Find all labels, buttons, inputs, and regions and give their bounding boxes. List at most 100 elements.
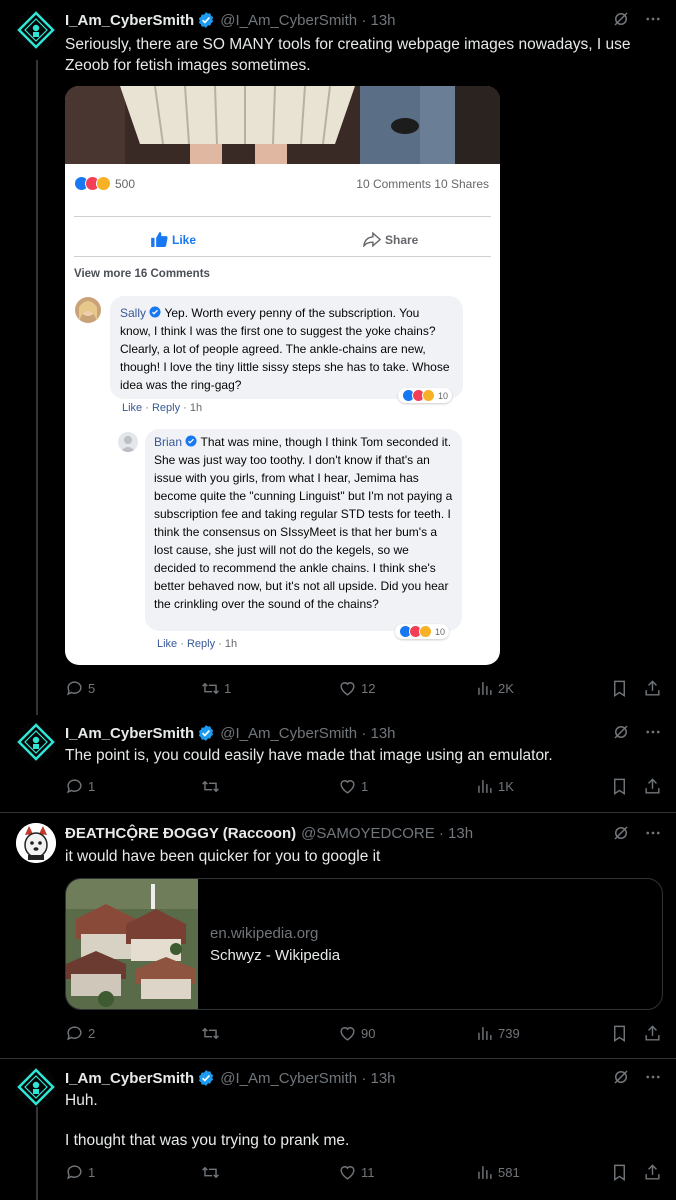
reply-button[interactable]: 1 [65, 1163, 95, 1182]
divider [0, 812, 676, 813]
view-count: 1K [498, 779, 514, 794]
comment-text: Yep. Worth every penny of the subscripti… [120, 306, 450, 392]
display-name[interactable]: ĐEATHCỘRE ĐOGGY (Raccoon) [65, 825, 296, 842]
retweet-icon [202, 682, 219, 695]
comments-shares-count[interactable]: 10 Comments 10 Shares [356, 177, 489, 191]
avatar[interactable] [16, 10, 56, 50]
views-chart-icon [478, 682, 492, 695]
views-button[interactable]: 581 [475, 1163, 520, 1182]
grok-icon[interactable] [612, 10, 630, 28]
thumbs-up-icon [151, 232, 168, 247]
handle-and-time[interactable]: @I_Am_CyberSmith · 13h [220, 12, 395, 29]
bookmark-icon [614, 1164, 625, 1181]
bookmark-button[interactable] [610, 1163, 629, 1182]
comment-actions: Like · Reply · 1h [157, 638, 238, 650]
avatar[interactable] [16, 823, 56, 863]
verified-badge-icon [199, 1070, 214, 1086]
reply-count: 1 [88, 779, 96, 794]
views-button[interactable]: 1K [475, 777, 514, 796]
link-domain: en.wikipedia.org [210, 925, 319, 942]
thread-line-1 [36, 60, 38, 715]
reply-count: 2 [88, 1026, 96, 1041]
like-button[interactable]: 11 [338, 1163, 375, 1182]
fb-like-button[interactable]: Like [151, 232, 196, 247]
reply-icon [67, 1165, 82, 1180]
tweet-text: it would have been quicker for you to go… [65, 848, 381, 865]
sally-avatar[interactable] [75, 297, 101, 323]
retweet-button[interactable] [201, 1163, 224, 1182]
view-more-comments[interactable]: View more 16 Comments [74, 268, 210, 280]
share-button[interactable] [643, 679, 662, 698]
link-preview-card[interactable]: en.wikipedia.org Schwyz - Wikipedia [65, 878, 663, 1010]
tweet-actions: 2 90 739 [65, 1024, 662, 1048]
like-count: 90 [361, 1026, 376, 1041]
brian-avatar[interactable] [118, 432, 138, 452]
grok-icon[interactable] [612, 723, 630, 741]
comment-bubble-sally: Sally Yep. Worth every penny of the subs… [110, 296, 463, 399]
grok-icon[interactable] [612, 1068, 630, 1086]
reply-button[interactable]: 5 [65, 679, 95, 698]
tweet-text-line-1: Huh. [65, 1092, 98, 1109]
thread-line-2 [36, 1105, 38, 1200]
handle-and-time[interactable]: @SAMOYEDCORE · 13h [301, 825, 473, 842]
verified-badge-icon [149, 306, 161, 318]
more-options-icon[interactable] [644, 824, 662, 842]
verified-badge-icon [185, 435, 197, 447]
views-button[interactable]: 739 [475, 1024, 520, 1043]
divider [0, 1058, 676, 1059]
more-options-icon[interactable] [644, 723, 662, 741]
attached-image[interactable]: 500 10 Comments 10 Shares Like Share Vie… [65, 86, 500, 665]
reactions-summary[interactable]: 500 [74, 176, 135, 191]
comment-time: 1h [189, 402, 203, 414]
grok-icon[interactable] [612, 824, 630, 842]
views-chart-icon [478, 1027, 492, 1040]
bookmark-button[interactable] [610, 1024, 629, 1043]
like-count: 12 [361, 681, 376, 696]
retweet-button[interactable] [201, 1024, 224, 1043]
reply-button[interactable]: 2 [65, 1024, 95, 1043]
reply-button[interactable]: 1 [65, 777, 95, 796]
retweet-button[interactable] [201, 777, 224, 796]
comment-reply-link[interactable]: Reply [152, 402, 180, 414]
more-options-icon[interactable] [644, 10, 662, 28]
share-button[interactable] [643, 1163, 662, 1182]
retweet-button[interactable]: 1 [201, 679, 231, 698]
fb-like-label: Like [172, 232, 197, 247]
view-count: 739 [498, 1026, 520, 1041]
like-button[interactable]: 12 [338, 679, 375, 698]
tweet-header: ĐEATHCỘRE ĐOGGY (Raccoon) @SAMOYEDCORE ·… [65, 825, 473, 842]
view-count: 581 [498, 1165, 520, 1180]
share-button[interactable] [643, 777, 662, 796]
like-count: 11 [361, 1165, 375, 1180]
comment-like-link[interactable]: Like [122, 402, 142, 414]
share-icon [645, 1164, 660, 1180]
comment-reply-link[interactable]: Reply [187, 638, 215, 650]
share-button[interactable] [643, 1024, 662, 1043]
bookmark-button[interactable] [610, 777, 629, 796]
handle-and-time[interactable]: @I_Am_CyberSmith · 13h [220, 1070, 395, 1087]
fb-share-button[interactable]: Share [363, 232, 418, 247]
avatar[interactable] [16, 1067, 56, 1107]
like-button[interactable]: 1 [338, 777, 368, 796]
comment-like-link[interactable]: Like [157, 638, 177, 650]
wow-reaction-icon [96, 176, 111, 191]
dog-avatar-icon [16, 823, 56, 863]
display-name[interactable]: I_Am_CyberSmith [65, 1070, 194, 1087]
display-name[interactable]: I_Am_CyberSmith [65, 12, 194, 29]
comment-reactions[interactable]: 10 [398, 388, 453, 403]
comment-author[interactable]: Brian [154, 435, 182, 449]
verified-badge-icon [199, 12, 214, 28]
tweet-text: The point is, you could easily have made… [65, 747, 553, 764]
display-name[interactable]: I_Am_CyberSmith [65, 725, 194, 742]
like-button[interactable]: 90 [338, 1024, 375, 1043]
avatar[interactable] [16, 722, 56, 762]
more-options-icon[interactable] [644, 1068, 662, 1086]
share-icon [645, 778, 660, 794]
comment-author[interactable]: Sally [120, 306, 146, 320]
views-button[interactable]: 2K [475, 679, 514, 698]
bookmark-button[interactable] [610, 679, 629, 698]
comment-reactions[interactable]: 10 [395, 624, 450, 639]
handle-and-time[interactable]: @I_Am_CyberSmith · 13h [220, 725, 395, 742]
bookmark-icon [614, 778, 625, 795]
views-chart-icon [478, 780, 492, 793]
